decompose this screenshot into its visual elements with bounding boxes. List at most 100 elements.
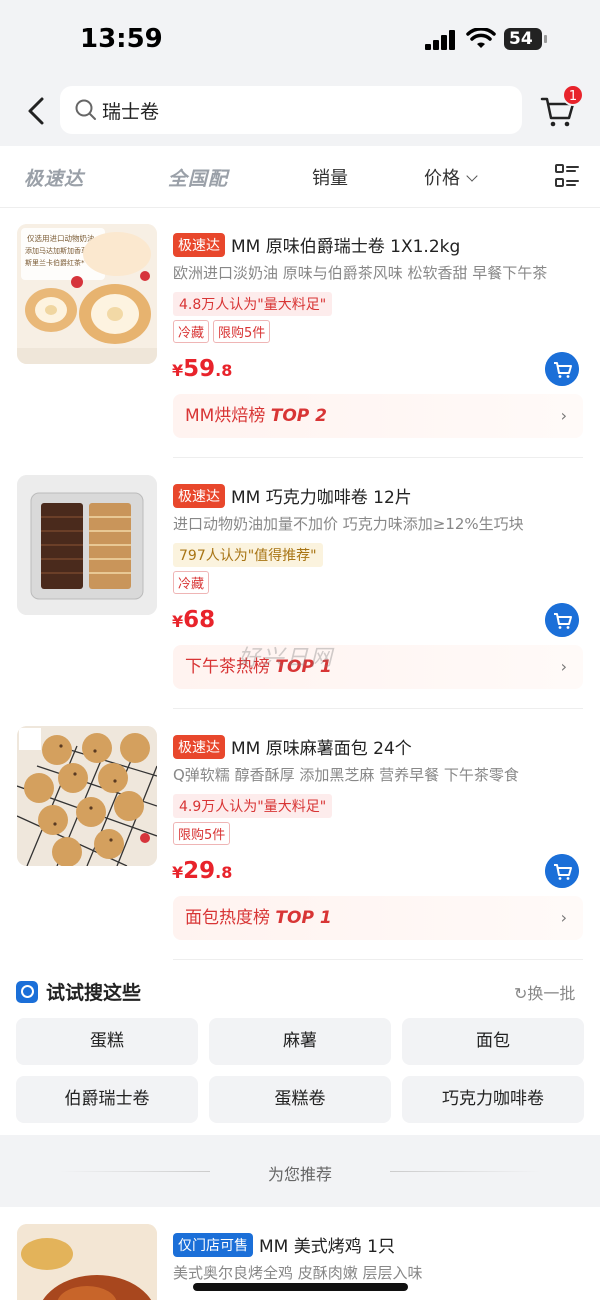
chevron-right-icon: › xyxy=(560,657,567,676)
cart-badge: 1 xyxy=(562,84,584,106)
status-bar: 13:59 54 xyxy=(0,0,600,80)
tag-chilled: 冷藏 xyxy=(173,571,210,594)
image-text-3: 斯里兰卡伯爵红茶* xyxy=(25,258,85,267)
product-title-text: MM 原味伯爵瑞士卷 1X1.2kg xyxy=(231,237,461,257)
signal-icon xyxy=(425,30,457,50)
search-box[interactable] xyxy=(60,86,522,134)
product-title[interactable]: 极速达 MM 巧克力咖啡卷 12片 xyxy=(173,483,583,508)
product-card[interactable]: 极速达 MM 原味麻薯面包 24个 Q弹软糯 醇香酥厚 添加黑芝麻 营养早餐 下午… xyxy=(0,710,600,960)
mochi-bread-image xyxy=(17,726,157,866)
currency-symbol: ¥ xyxy=(172,361,184,380)
battery-indicator: 54 xyxy=(504,28,547,50)
search-icon xyxy=(75,99,96,120)
try-search-title: 试试搜这些 xyxy=(16,978,141,1005)
suggestion-chip[interactable]: 巧克力咖啡卷 xyxy=(402,1076,584,1123)
product-tags: 限购5件 xyxy=(173,822,234,845)
product-price: ¥29.8 xyxy=(172,858,232,884)
tag-limit: 限购5件 xyxy=(173,822,231,845)
divider xyxy=(173,708,583,709)
product-desc: 进口动物奶油加量不加价 巧克力味添加≥12%生巧块 xyxy=(173,515,524,533)
suggestion-chip[interactable]: 麻薯 xyxy=(209,1018,391,1065)
speed-tag: 极速达 xyxy=(173,233,225,257)
suggestion-chip[interactable]: 蛋糕 xyxy=(16,1018,198,1065)
filter-tabs: 极速达 全国配 销量 价格 xyxy=(0,146,600,208)
speed-tag: 极速达 xyxy=(173,484,225,508)
product-title[interactable]: 仅门店可售 MM 美式烤鸡 1只 xyxy=(173,1232,583,1257)
price-int: 59 xyxy=(183,356,216,382)
recommend-divider: 为您推荐 xyxy=(0,1135,600,1207)
back-icon[interactable] xyxy=(22,94,52,128)
rank-banner-top: TOP 2 xyxy=(270,406,328,426)
add-to-cart-icon[interactable] xyxy=(545,854,579,888)
product-price: ¥59.8 xyxy=(172,356,232,382)
price-dec: .8 xyxy=(215,361,233,380)
currency-symbol: ¥ xyxy=(172,863,184,882)
refresh-icon: ↻ xyxy=(514,984,528,1003)
price-int: 68 xyxy=(183,607,216,633)
product-image[interactable] xyxy=(17,475,157,615)
home-indicator[interactable] xyxy=(193,1283,408,1291)
suggestion-chip[interactable]: 伯爵瑞士卷 xyxy=(16,1076,198,1123)
product-tags: 冷藏 xyxy=(173,571,213,594)
product-title-text: MM 巧克力咖啡卷 12片 xyxy=(231,488,412,508)
suggestion-chip[interactable]: 面包 xyxy=(402,1018,584,1065)
suggestion-chip[interactable]: 蛋糕卷 xyxy=(209,1076,391,1123)
try-search-label: 试试搜这些 xyxy=(46,982,142,1004)
rank-banner[interactable]: 面包热度榜 TOP 1 › xyxy=(173,896,583,940)
add-to-cart-icon[interactable] xyxy=(545,603,579,637)
rank-banner[interactable]: 下午茶热榜 TOP 1 › xyxy=(173,645,583,689)
chevron-right-icon: › xyxy=(560,908,567,927)
store-only-tag: 仅门店可售 xyxy=(173,1233,253,1257)
review-rank: 4.9万人认为"量大料足" xyxy=(173,794,333,818)
wifi-icon xyxy=(466,28,496,48)
layout-toggle-icon[interactable] xyxy=(555,164,579,188)
product-image[interactable] xyxy=(17,726,157,866)
product-title[interactable]: 极速达 MM 原味麻薯面包 24个 xyxy=(173,734,583,759)
product-image[interactable]: 仅选用进口动物奶油 添加马达加斯加香草籽* 斯里兰卡伯爵红茶* xyxy=(17,224,157,364)
review-rank: 4.8万人认为"量大料足" xyxy=(173,292,333,316)
divider xyxy=(173,457,583,458)
search-badge-icon xyxy=(16,981,38,1003)
price-int: 29 xyxy=(183,858,216,884)
roast-chicken-image xyxy=(17,1224,157,1300)
currency-symbol: ¥ xyxy=(172,612,184,631)
image-text-1: 仅选用进口动物奶油 xyxy=(27,233,95,243)
tag-limit: 限购5件 xyxy=(213,320,271,343)
rank-banner-text: MM烘焙榜 xyxy=(185,406,271,426)
speed-tag: 极速达 xyxy=(173,735,225,759)
chevron-down-icon xyxy=(466,170,478,182)
divider xyxy=(173,959,583,960)
tag-chilled: 冷藏 xyxy=(173,320,210,343)
product-desc: 欧洲进口淡奶油 原味与伯爵茶风味 松软香甜 早餐下午茶 xyxy=(173,264,548,282)
add-to-cart-icon[interactable] xyxy=(545,352,579,386)
product-desc: 美式奥尔良烤全鸡 皮酥肉嫩 层层入味 xyxy=(173,1264,423,1282)
product-title-text: MM 原味麻薯面包 24个 xyxy=(231,739,412,759)
rank-banner[interactable]: MM烘焙榜 TOP 2 › xyxy=(173,394,583,438)
price-dec: .8 xyxy=(215,863,233,882)
rank-banner-top: TOP 1 xyxy=(275,908,332,928)
search-input[interactable] xyxy=(102,94,502,126)
product-title-text: MM 美式烤鸡 1只 xyxy=(259,1237,395,1257)
tab-price-label: 价格 xyxy=(424,168,460,189)
tab-price[interactable]: 价格 xyxy=(424,164,478,190)
refresh-button[interactable]: ↻换一批 xyxy=(514,980,575,1004)
product-tags: 冷藏 限购5件 xyxy=(173,320,274,343)
tab-speed[interactable]: 极速达 xyxy=(24,164,84,191)
product-price: ¥68 xyxy=(172,607,215,633)
tab-national[interactable]: 全国配 xyxy=(168,164,228,191)
swiss-roll-image: 仅选用进口动物奶油 添加马达加斯加香草籽* 斯里兰卡伯爵红茶* xyxy=(17,224,157,364)
search-header: 1 xyxy=(0,80,600,146)
recommend-title: 为您推荐 xyxy=(267,1165,332,1184)
status-time: 13:59 xyxy=(80,24,163,54)
product-image[interactable] xyxy=(17,1224,157,1300)
refresh-label: 换一批 xyxy=(527,984,576,1003)
rank-banner-text: 面包热度榜 xyxy=(185,908,276,928)
tab-sales[interactable]: 销量 xyxy=(312,164,348,190)
product-desc: Q弹软糯 醇香酥厚 添加黑芝麻 营养早餐 下午茶零食 xyxy=(173,766,519,784)
chevron-right-icon: › xyxy=(560,406,567,425)
product-card[interactable]: 仅选用进口动物奶油 添加马达加斯加香草籽* 斯里兰卡伯爵红茶* 极速达 MM 原味… xyxy=(0,208,600,458)
coffee-roll-image xyxy=(17,475,157,615)
review-rank: 797人认为"值得推荐" xyxy=(173,543,323,567)
product-title[interactable]: 极速达 MM 原味伯爵瑞士卷 1X1.2kg xyxy=(173,232,583,257)
watermark: 好兴日网 xyxy=(238,646,335,671)
